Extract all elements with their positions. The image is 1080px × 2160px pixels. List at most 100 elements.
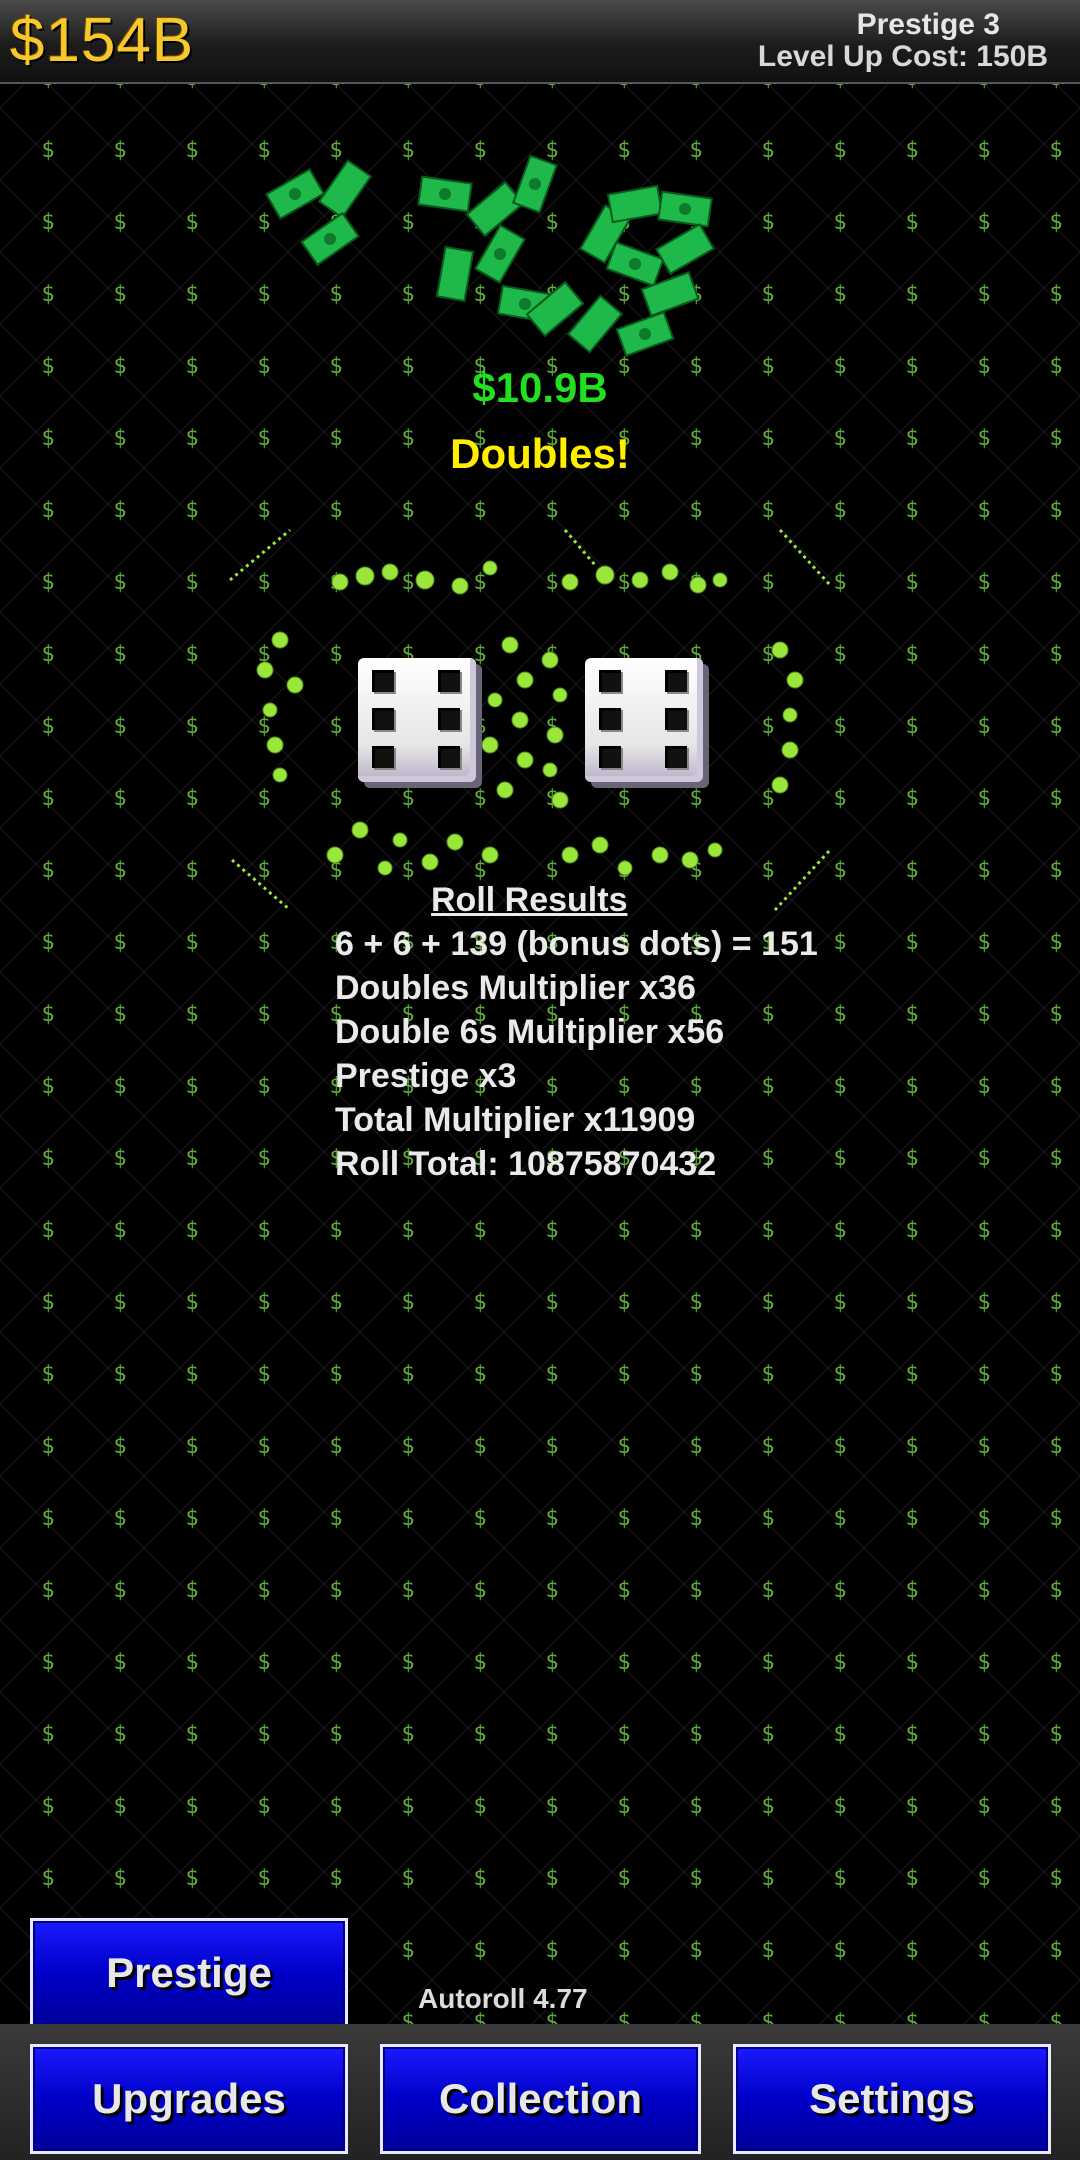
dollar-symbol-icon: $ (1049, 1650, 1062, 1675)
dollar-symbol-icon: $ (689, 1866, 702, 1891)
dollar-symbol-icon: $ (905, 1794, 918, 1819)
dollar-symbol-icon: $ (113, 1074, 126, 1099)
dollar-symbol-icon: $ (257, 1722, 270, 1747)
dollar-symbol-icon: $ (617, 1362, 630, 1387)
dollar-symbol-icon: $ (905, 1506, 918, 1531)
dollar-symbol-icon: $ (833, 282, 846, 307)
dollar-symbol-icon: $ (689, 1722, 702, 1747)
dollar-symbol-icon: $ (1049, 786, 1062, 811)
dollar-symbol-icon: $ (1049, 1002, 1062, 1027)
dollar-symbol-icon: $ (1049, 138, 1062, 163)
dollar-symbol-icon: $ (473, 1866, 486, 1891)
dollar-symbol-icon: $ (617, 1218, 630, 1243)
dollar-symbol-icon: $ (257, 1434, 270, 1459)
result-line-prestige: Prestige x3 (335, 1057, 517, 1095)
doubles-banner: Doubles! (450, 430, 630, 477)
dollar-symbol-icon: $ (833, 1434, 846, 1459)
dollar-symbol-icon: $ (329, 1434, 342, 1459)
dollar-symbol-icon: $ (833, 1794, 846, 1819)
dollar-symbol-icon: $ (257, 1362, 270, 1387)
dollar-symbol-icon: $ (41, 930, 54, 955)
game-screen[interactable]: $ $ $ $ $ $ $ $ $ $ $ $ $ $ $ $ $ $ $ $ $ $ $ $ $ $ $ $ $ $ $ $ $ $ $ $ $ $ $ $… (0, 0, 1080, 2160)
dollar-symbol-icon: $ (977, 210, 990, 235)
dollar-symbol-icon: $ (689, 1506, 702, 1531)
dollar-symbol-icon: $ (545, 1722, 558, 1747)
dollar-symbol-icon: $ (833, 1362, 846, 1387)
dollar-symbol-icon: $ (833, 138, 846, 163)
dollar-symbol-icon: $ (761, 1434, 774, 1459)
money-balance: $154B (10, 6, 195, 75)
dollar-symbol-icon: $ (977, 858, 990, 883)
dollar-symbol-icon: $ (41, 1362, 54, 1387)
dollar-symbol-icon: $ (1049, 1794, 1062, 1819)
dollar-symbol-icon: $ (329, 1650, 342, 1675)
upgrades-button[interactable]: Upgrades (30, 2044, 348, 2154)
dollar-symbol-icon: $ (689, 1434, 702, 1459)
dollar-symbol-icon: $ (41, 642, 54, 667)
dollar-symbol-icon: $ (1049, 1146, 1062, 1171)
dollar-symbol-icon: $ (761, 1506, 774, 1531)
dollar-symbol-icon: $ (41, 1146, 54, 1171)
dollar-symbol-icon: $ (329, 1218, 342, 1243)
roll-gain-amount: $10.9B (472, 364, 608, 411)
dollar-symbol-icon: $ (41, 1002, 54, 1027)
dollar-symbol-icon: $ (905, 930, 918, 955)
dollar-symbol-icon: $ (977, 1938, 990, 1963)
dollar-symbol-icon: $ (617, 1434, 630, 1459)
die-left (358, 658, 476, 782)
dollar-symbol-icon: $ (905, 282, 918, 307)
dollar-symbol-icon: $ (185, 498, 198, 523)
dollar-symbol-icon: $ (617, 1290, 630, 1315)
dollar-symbol-icon: $ (185, 1578, 198, 1603)
prestige-button[interactable]: Prestige (30, 1918, 348, 2028)
dollar-symbol-icon: $ (401, 1290, 414, 1315)
sparkle-effect-icon (229, 528, 832, 912)
roll-results-heading: Roll Results (431, 881, 628, 919)
dollar-symbol-icon: $ (41, 1722, 54, 1747)
dollar-symbol-icon: $ (185, 1290, 198, 1315)
dollar-symbol-icon: $ (41, 1506, 54, 1531)
dollar-symbol-icon: $ (257, 1002, 270, 1027)
dollar-symbol-icon: $ (401, 1218, 414, 1243)
dollar-symbol-icon: $ (473, 1650, 486, 1675)
dollar-symbol-icon: $ (905, 1074, 918, 1099)
dollar-symbol-icon: $ (545, 1650, 558, 1675)
dollar-symbol-icon: $ (113, 858, 126, 883)
dollar-symbol-icon: $ (545, 1218, 558, 1243)
dollar-symbol-icon: $ (41, 1218, 54, 1243)
dollar-symbol-icon: $ (329, 1506, 342, 1531)
dollar-symbol-icon: $ (1049, 1938, 1062, 1963)
dollar-symbol-icon: $ (905, 1362, 918, 1387)
dollar-symbol-icon: $ (977, 1866, 990, 1891)
dollar-symbol-icon: $ (833, 1722, 846, 1747)
dollar-symbol-icon: $ (977, 1578, 990, 1603)
dollar-symbol-icon: $ (185, 1074, 198, 1099)
dollar-symbol-icon: $ (113, 570, 126, 595)
dollar-symbol-icon: $ (401, 1722, 414, 1747)
dollar-symbol-icon: $ (761, 1938, 774, 1963)
dollar-symbol-icon: $ (1049, 1578, 1062, 1603)
dollar-symbol-icon: $ (977, 1434, 990, 1459)
dollar-symbol-icon: $ (401, 1866, 414, 1891)
dollar-symbol-icon: $ (473, 1434, 486, 1459)
settings-button[interactable]: Settings (733, 2044, 1051, 2154)
dollar-symbol-icon: $ (977, 1290, 990, 1315)
dollar-symbol-icon: $ (257, 1794, 270, 1819)
dollar-symbol-icon: $ (113, 1866, 126, 1891)
result-line-total-multiplier: Total Multiplier x11909 (335, 1101, 696, 1139)
dollar-symbol-icon: $ (185, 570, 198, 595)
dollar-symbol-icon: $ (833, 1938, 846, 1963)
dollar-symbol-icon: $ (41, 1434, 54, 1459)
dollar-symbol-icon: $ (41, 714, 54, 739)
dollar-symbol-icon: $ (833, 1218, 846, 1243)
dollar-symbol-icon: $ (545, 1578, 558, 1603)
dollar-symbol-icon: $ (689, 1290, 702, 1315)
dollar-symbol-icon: $ (41, 1290, 54, 1315)
dollar-symbol-icon: $ (905, 1938, 918, 1963)
dollar-symbol-icon: $ (545, 1290, 558, 1315)
collection-button[interactable]: Collection (380, 2044, 701, 2154)
dollar-symbol-icon: $ (1049, 570, 1062, 595)
dollar-symbol-icon: $ (833, 1290, 846, 1315)
dollar-symbol-icon: $ (761, 1866, 774, 1891)
dollar-symbol-icon: $ (41, 282, 54, 307)
